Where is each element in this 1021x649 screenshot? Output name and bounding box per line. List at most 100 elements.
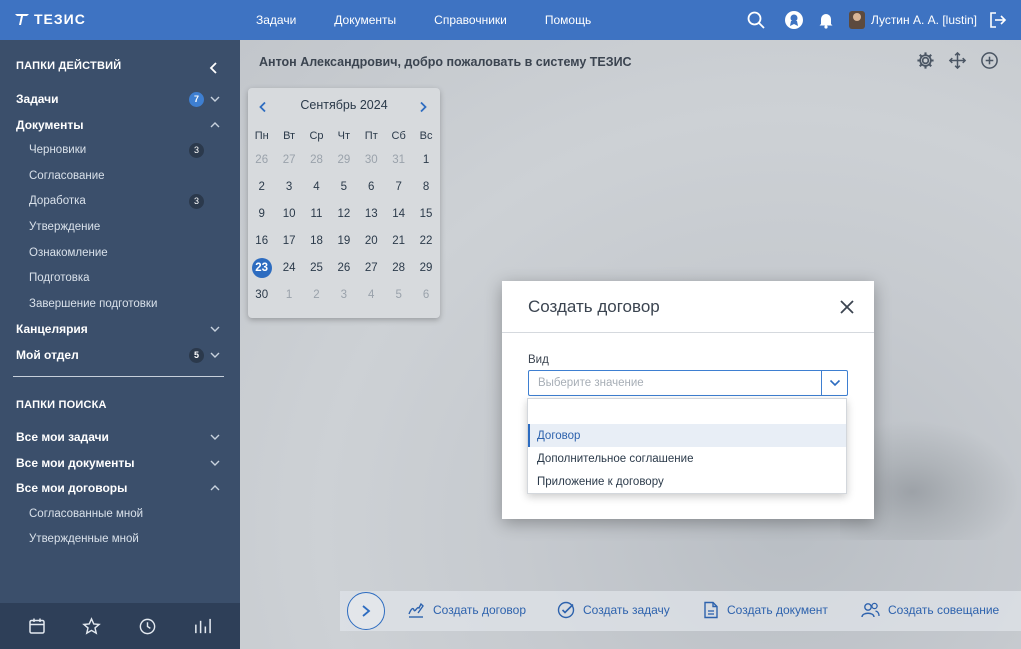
search-icon[interactable] xyxy=(745,9,767,31)
sidebar-item-review[interactable]: Ознакомление xyxy=(29,243,209,263)
calendar-day[interactable]: 13 xyxy=(358,208,385,220)
expand-actions-button[interactable] xyxy=(347,592,385,630)
calendar-day[interactable]: 6 xyxy=(412,289,439,301)
sidebar-item-confirmation[interactable]: Утверждение xyxy=(29,217,209,237)
sidebar-item-my-dept[interactable]: Мой отдел 5 xyxy=(16,345,226,365)
calendar-day[interactable]: 15 xyxy=(412,208,439,220)
calendar-day[interactable]: 4 xyxy=(358,289,385,301)
calendar-day[interactable]: 20 xyxy=(358,235,385,247)
chevron-down-icon[interactable] xyxy=(209,323,221,335)
add-widget-icon[interactable] xyxy=(979,50,999,70)
calendar-day-number: 4 xyxy=(368,288,375,301)
calendar-day[interactable]: 26 xyxy=(330,262,357,274)
calendar-day[interactable]: 25 xyxy=(303,262,330,274)
create-document-action[interactable]: Создать документ xyxy=(703,601,828,619)
calendar-day[interactable]: 29 xyxy=(412,262,439,274)
calendar-day[interactable]: 12 xyxy=(330,208,357,220)
nav-help[interactable]: Помощь xyxy=(545,13,591,27)
sidebar-item-all-docs[interactable]: Все мои документы xyxy=(16,453,226,473)
calendar-day[interactable]: 2 xyxy=(303,289,330,301)
sidebar-item-office[interactable]: Канцелярия xyxy=(16,319,226,339)
sidebar-item-tasks[interactable]: Задачи 7 xyxy=(16,89,226,109)
option-contract-appendix[interactable]: Приложение к договору xyxy=(528,470,846,493)
calendar-day[interactable]: 26 xyxy=(248,154,275,166)
calendar-day-today[interactable]: 23 xyxy=(248,257,275,278)
dropdown-empty-option[interactable] xyxy=(528,399,846,424)
calendar-day[interactable]: 27 xyxy=(358,262,385,274)
sidebar-item-preparation[interactable]: Подготовка xyxy=(29,268,209,288)
sidebar-item-approval[interactable]: Согласование xyxy=(29,166,209,186)
calendar-day[interactable]: 31 xyxy=(385,154,412,166)
create-task-action[interactable]: Создать задачу xyxy=(557,601,670,619)
option-contract[interactable]: Договор xyxy=(528,424,846,447)
calendar-day[interactable]: 30 xyxy=(248,289,275,301)
sidebar-item-all-contracts[interactable]: Все мои договоры xyxy=(16,478,226,498)
type-select-toggle[interactable] xyxy=(821,371,847,395)
sidebar-item-rework[interactable]: Доработка 3 xyxy=(29,191,209,211)
calendar-day[interactable]: 9 xyxy=(248,208,275,220)
calendar-day[interactable]: 3 xyxy=(330,289,357,301)
calendar-day[interactable]: 8 xyxy=(412,181,439,193)
calendar-day[interactable]: 27 xyxy=(275,154,302,166)
settings-icon[interactable] xyxy=(915,50,935,70)
history-icon[interactable] xyxy=(138,617,157,636)
user-menu[interactable]: Лустин А. А. [lustin] xyxy=(848,11,977,29)
calendar-day[interactable]: 10 xyxy=(275,208,302,220)
star-icon[interactable] xyxy=(82,616,102,636)
sidebar-item-confirmed-by-me[interactable]: Утвержденные мной xyxy=(29,529,209,549)
sidebar-item-label: Черновики xyxy=(29,144,87,156)
calendar-day[interactable]: 14 xyxy=(385,208,412,220)
chart-icon[interactable] xyxy=(193,617,212,636)
calendar-day[interactable]: 11 xyxy=(303,208,330,220)
calendar-day[interactable]: 7 xyxy=(385,181,412,193)
nav-documents[interactable]: Документы xyxy=(334,13,396,27)
collapse-sidebar-icon[interactable] xyxy=(206,60,222,76)
chevron-down-icon[interactable] xyxy=(209,349,221,361)
calendar-day[interactable]: 4 xyxy=(303,181,330,193)
calendar-icon[interactable] xyxy=(28,617,46,635)
logout-icon[interactable] xyxy=(987,9,1009,31)
award-icon[interactable] xyxy=(783,9,805,31)
calendar-day[interactable]: 16 xyxy=(248,235,275,247)
calendar-day[interactable]: 21 xyxy=(385,235,412,247)
nav-directories[interactable]: Справочники xyxy=(434,13,507,27)
chevron-down-icon[interactable] xyxy=(209,457,221,469)
calendar-day[interactable]: 19 xyxy=(330,235,357,247)
calendar-day[interactable]: 18 xyxy=(303,235,330,247)
option-supplementary-agreement[interactable]: Дополнительное соглашение xyxy=(528,447,846,470)
calendar-day[interactable]: 1 xyxy=(275,289,302,301)
calendar-day[interactable]: 1 xyxy=(412,154,439,166)
calendar-day[interactable]: 30 xyxy=(358,154,385,166)
sidebar-item-documents[interactable]: Документы xyxy=(16,115,226,135)
type-select[interactable] xyxy=(528,370,848,396)
calendar-day[interactable]: 17 xyxy=(275,235,302,247)
sidebar-item-all-tasks[interactable]: Все мои задачи xyxy=(16,427,226,447)
calendar-next-icon[interactable] xyxy=(415,98,431,116)
calendar-day[interactable]: 28 xyxy=(385,262,412,274)
chevron-up-icon[interactable] xyxy=(209,482,221,494)
sidebar-item-approved-by-me[interactable]: Согласованные мной xyxy=(29,504,209,524)
nav-tasks[interactable]: Задачи xyxy=(256,13,296,27)
calendar-day[interactable]: 29 xyxy=(330,154,357,166)
calendar-day[interactable]: 5 xyxy=(385,289,412,301)
create-meeting-action[interactable]: Создать совещание xyxy=(861,601,999,619)
type-select-input[interactable] xyxy=(529,371,821,395)
calendar-day[interactable]: 28 xyxy=(303,154,330,166)
move-icon[interactable] xyxy=(947,50,967,70)
sidebar-item-label: Задачи xyxy=(16,92,59,106)
calendar-day[interactable]: 24 xyxy=(275,262,302,274)
app-logo[interactable]: ТЕЗИС xyxy=(14,11,86,27)
bell-icon[interactable] xyxy=(815,9,837,31)
sidebar-item-drafts[interactable]: Черновики 3 xyxy=(29,140,209,160)
calendar-day[interactable]: 3 xyxy=(275,181,302,193)
chevron-down-icon[interactable] xyxy=(209,431,221,443)
calendar-day[interactable]: 5 xyxy=(330,181,357,193)
chevron-up-icon[interactable] xyxy=(209,119,221,131)
calendar-day[interactable]: 6 xyxy=(358,181,385,193)
create-contract-action[interactable]: Создать договор xyxy=(407,601,526,619)
calendar-day[interactable]: 2 xyxy=(248,181,275,193)
close-icon[interactable] xyxy=(838,298,856,316)
chevron-down-icon[interactable] xyxy=(209,93,221,105)
calendar-day[interactable]: 22 xyxy=(412,235,439,247)
sidebar-item-finish-preparation[interactable]: Завершение подготовки xyxy=(29,294,209,314)
